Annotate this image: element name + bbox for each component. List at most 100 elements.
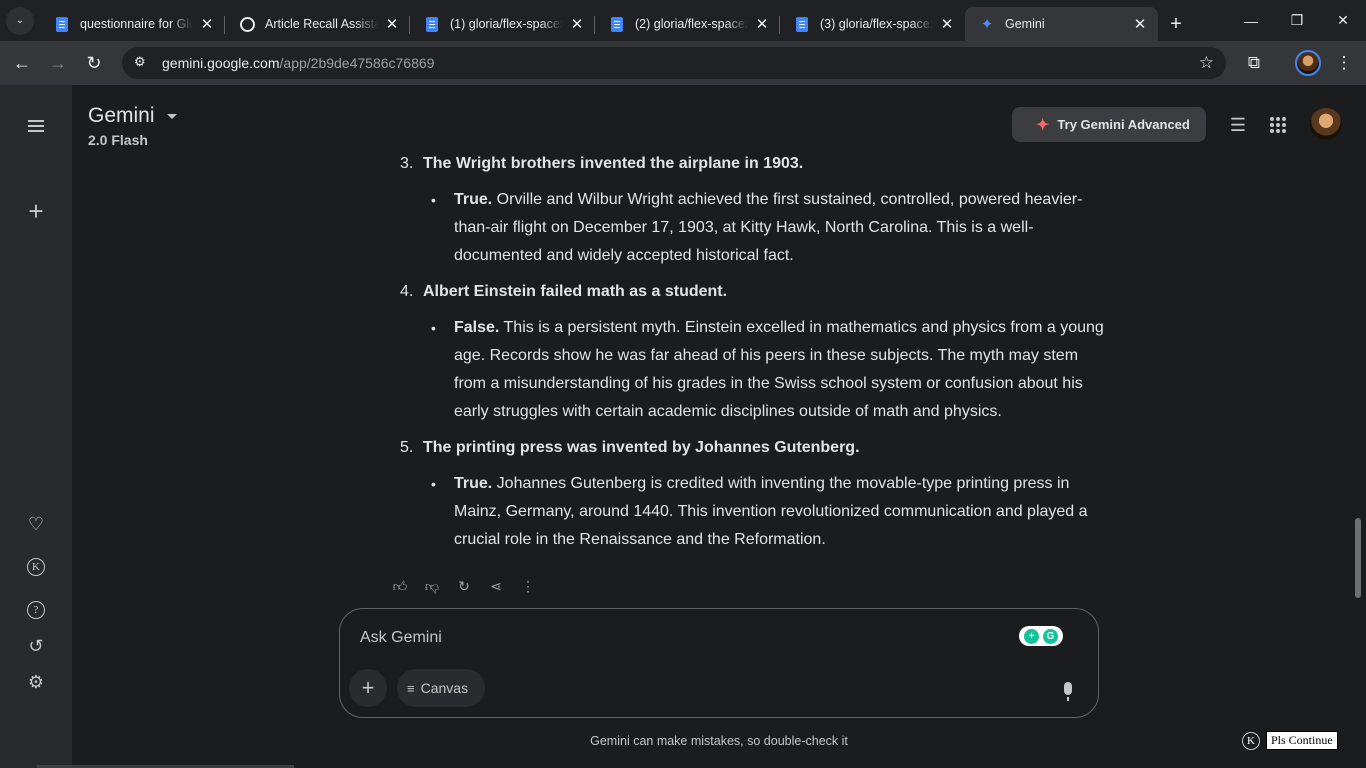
share-icon[interactable]: ⋖ [484, 574, 508, 598]
temporary-chat-icon[interactable]: ☰ [1223, 110, 1253, 140]
new-chat-button[interactable]: + [21, 196, 51, 226]
close-icon[interactable]: ✕ [1132, 15, 1148, 33]
try-advanced-label: Try Gemini Advanced [1057, 117, 1190, 132]
docs-icon [609, 16, 625, 32]
explanation: Johannes Gutenberg is credited with inve… [454, 475, 1088, 548]
extension-k-icon: K [1242, 731, 1260, 750]
model-label: 2.0 Flash [88, 132, 148, 148]
list-item: 5. The printing press was invented by Jo… [400, 434, 1110, 462]
item-number: 5. [400, 439, 414, 456]
close-icon[interactable]: ✕ [754, 15, 770, 33]
new-tab-button[interactable]: + [1158, 7, 1194, 41]
minimize-button[interactable]: — [1228, 0, 1274, 41]
bookmark-star-icon[interactable]: ☆ [1199, 53, 1214, 73]
response-actions: 👍︎ 👎︎ ↻ ⋖ ⋮ [388, 574, 540, 598]
thumbs-up-icon[interactable]: 👍︎ [388, 574, 412, 598]
tab-flex-spacez-2[interactable]: (2) gloria/flex-spacez ✕ [595, 7, 780, 41]
more-options-icon[interactable]: ⋮ [516, 574, 540, 598]
canvas-icon: ≡ [407, 680, 415, 696]
response-content: 3. The Wright brothers invented the airp… [400, 150, 1110, 562]
tab-article-recall[interactable]: Article Recall Assistan ✕ [225, 7, 410, 41]
pls-continue-widget: K Pls Continue [1242, 731, 1338, 750]
close-icon[interactable]: ✕ [199, 15, 215, 33]
list-subitem: • False. This is a persistent myth. Eins… [431, 314, 1110, 426]
account-avatar[interactable] [1310, 108, 1342, 140]
regenerate-icon[interactable]: ↻ [452, 574, 476, 598]
tab-title: questionnaire for Glo [80, 17, 193, 31]
list-subitem: • True. Orville and Wilbur Wright achiev… [431, 186, 1110, 270]
forward-button[interactable]: → [40, 45, 76, 81]
list-subitem: • True. Johannes Gutenberg is credited w… [431, 470, 1110, 554]
model-switcher[interactable]: Gemini [88, 104, 177, 128]
gem-manager-icon[interactable]: ♡ [21, 509, 51, 539]
bullet: • [431, 476, 436, 492]
prompt-input-box[interactable]: Ask Gemini + G + ≡ Canvas [339, 608, 1099, 718]
help-icon[interactable]: ? [21, 595, 51, 625]
caret-down-icon [166, 113, 177, 119]
close-icon[interactable]: ✕ [939, 15, 955, 33]
item-claim: The printing press was invented by Johan… [423, 439, 860, 456]
docs-icon [424, 16, 440, 32]
sidebar: + ♡ K ? ↺ ⚙ [0, 85, 72, 768]
pls-continue-button[interactable]: Pls Continue [1266, 731, 1338, 750]
tab-strip: ⌄ questionnaire for Glo ✕ Article Recall… [0, 0, 1366, 41]
app-title: Gemini [88, 104, 155, 127]
reload-button[interactable]: ↻ [76, 45, 112, 81]
tab-title: Gemini [1005, 17, 1045, 31]
browser-toolbar: ← → ↻ ⚙ gemini.google.com/app/2b9de47586… [0, 41, 1366, 85]
tab-gemini[interactable]: ✦ Gemini ✕ [965, 7, 1158, 41]
close-icon[interactable]: ✕ [384, 15, 400, 33]
tab-flex-spacez-1[interactable]: (1) gloria/flex-spacez ✕ [410, 7, 595, 41]
item-claim: Albert Einstein failed math as a student… [423, 283, 728, 300]
browser-menu-icon[interactable]: ⋮ [1326, 45, 1362, 81]
close-window-button[interactable]: ✕ [1320, 0, 1366, 41]
restore-button[interactable]: ❐ [1274, 0, 1320, 41]
item-number: 3. [400, 155, 414, 172]
site-info-icon[interactable]: ⚙ [134, 54, 152, 72]
tab-title: (3) gloria/flex-spacez [820, 17, 933, 31]
address-bar[interactable]: ⚙ gemini.google.com/app/2b9de47586c76869… [122, 47, 1226, 79]
item-number: 4. [400, 283, 414, 300]
disclaimer: Gemini can make mistakes, so double-chec… [590, 734, 848, 748]
tab-title: (1) gloria/flex-spacez [450, 17, 563, 31]
canvas-label: Canvas [420, 680, 469, 696]
tab-search-button[interactable]: ⌄ [0, 0, 40, 41]
back-button[interactable]: ← [4, 45, 40, 81]
settings-gear-icon[interactable]: ⚙ [21, 667, 51, 697]
upload-plus-button[interactable]: + [349, 669, 387, 707]
url-path: /app/2b9de47586c76869 [279, 55, 435, 71]
google-apps-icon[interactable] [1263, 110, 1293, 140]
chevron-down-icon: ⌄ [6, 6, 34, 35]
list-item: 3. The Wright brothers invented the airp… [400, 150, 1110, 178]
item-claim: The Wright brothers invented the airplan… [423, 155, 804, 172]
grammarly-icon[interactable]: + G [1019, 626, 1063, 646]
openai-icon [239, 16, 255, 32]
list-item: 4. Albert Einstein failed math as a stud… [400, 278, 1110, 306]
microphone-icon[interactable] [1058, 677, 1078, 701]
explanation: Orville and Wilbur Wright achieved the f… [454, 191, 1083, 264]
tab-title: (2) gloria/flex-spacez [635, 17, 748, 31]
tab-title: Article Recall Assistan [265, 17, 378, 31]
thumbs-down-icon[interactable]: 👎︎ [420, 574, 444, 598]
url-host: gemini.google.com [162, 55, 280, 71]
explanation: This is a persistent myth. Einstein exce… [454, 319, 1104, 420]
extensions-icon[interactable]: ⧉ [1236, 45, 1272, 81]
activity-history-icon[interactable]: ↺ [21, 631, 51, 661]
scrollbar[interactable] [1355, 518, 1361, 598]
profile-avatar[interactable] [1290, 45, 1326, 81]
docs-icon [794, 16, 810, 32]
extension-k-icon[interactable]: K [21, 552, 51, 582]
verdict: True. [454, 191, 493, 208]
prompt-placeholder[interactable]: Ask Gemini [360, 629, 442, 647]
gemini-icon: ✦ [980, 16, 994, 33]
tab-flex-spacez-3[interactable]: (3) gloria/flex-spacez ✕ [780, 7, 965, 41]
verdict: True. [454, 475, 493, 492]
try-gemini-advanced-button[interactable]: ✦ Try Gemini Advanced [1012, 107, 1206, 142]
bullet: • [431, 192, 436, 208]
docs-icon [54, 16, 70, 32]
close-icon[interactable]: ✕ [569, 15, 585, 33]
menu-icon[interactable] [21, 111, 51, 141]
tab-questionnaire[interactable]: questionnaire for Glo ✕ [40, 7, 225, 41]
sparkle-icon: ✦ [1036, 116, 1050, 134]
canvas-button[interactable]: ≡ Canvas [397, 669, 485, 707]
